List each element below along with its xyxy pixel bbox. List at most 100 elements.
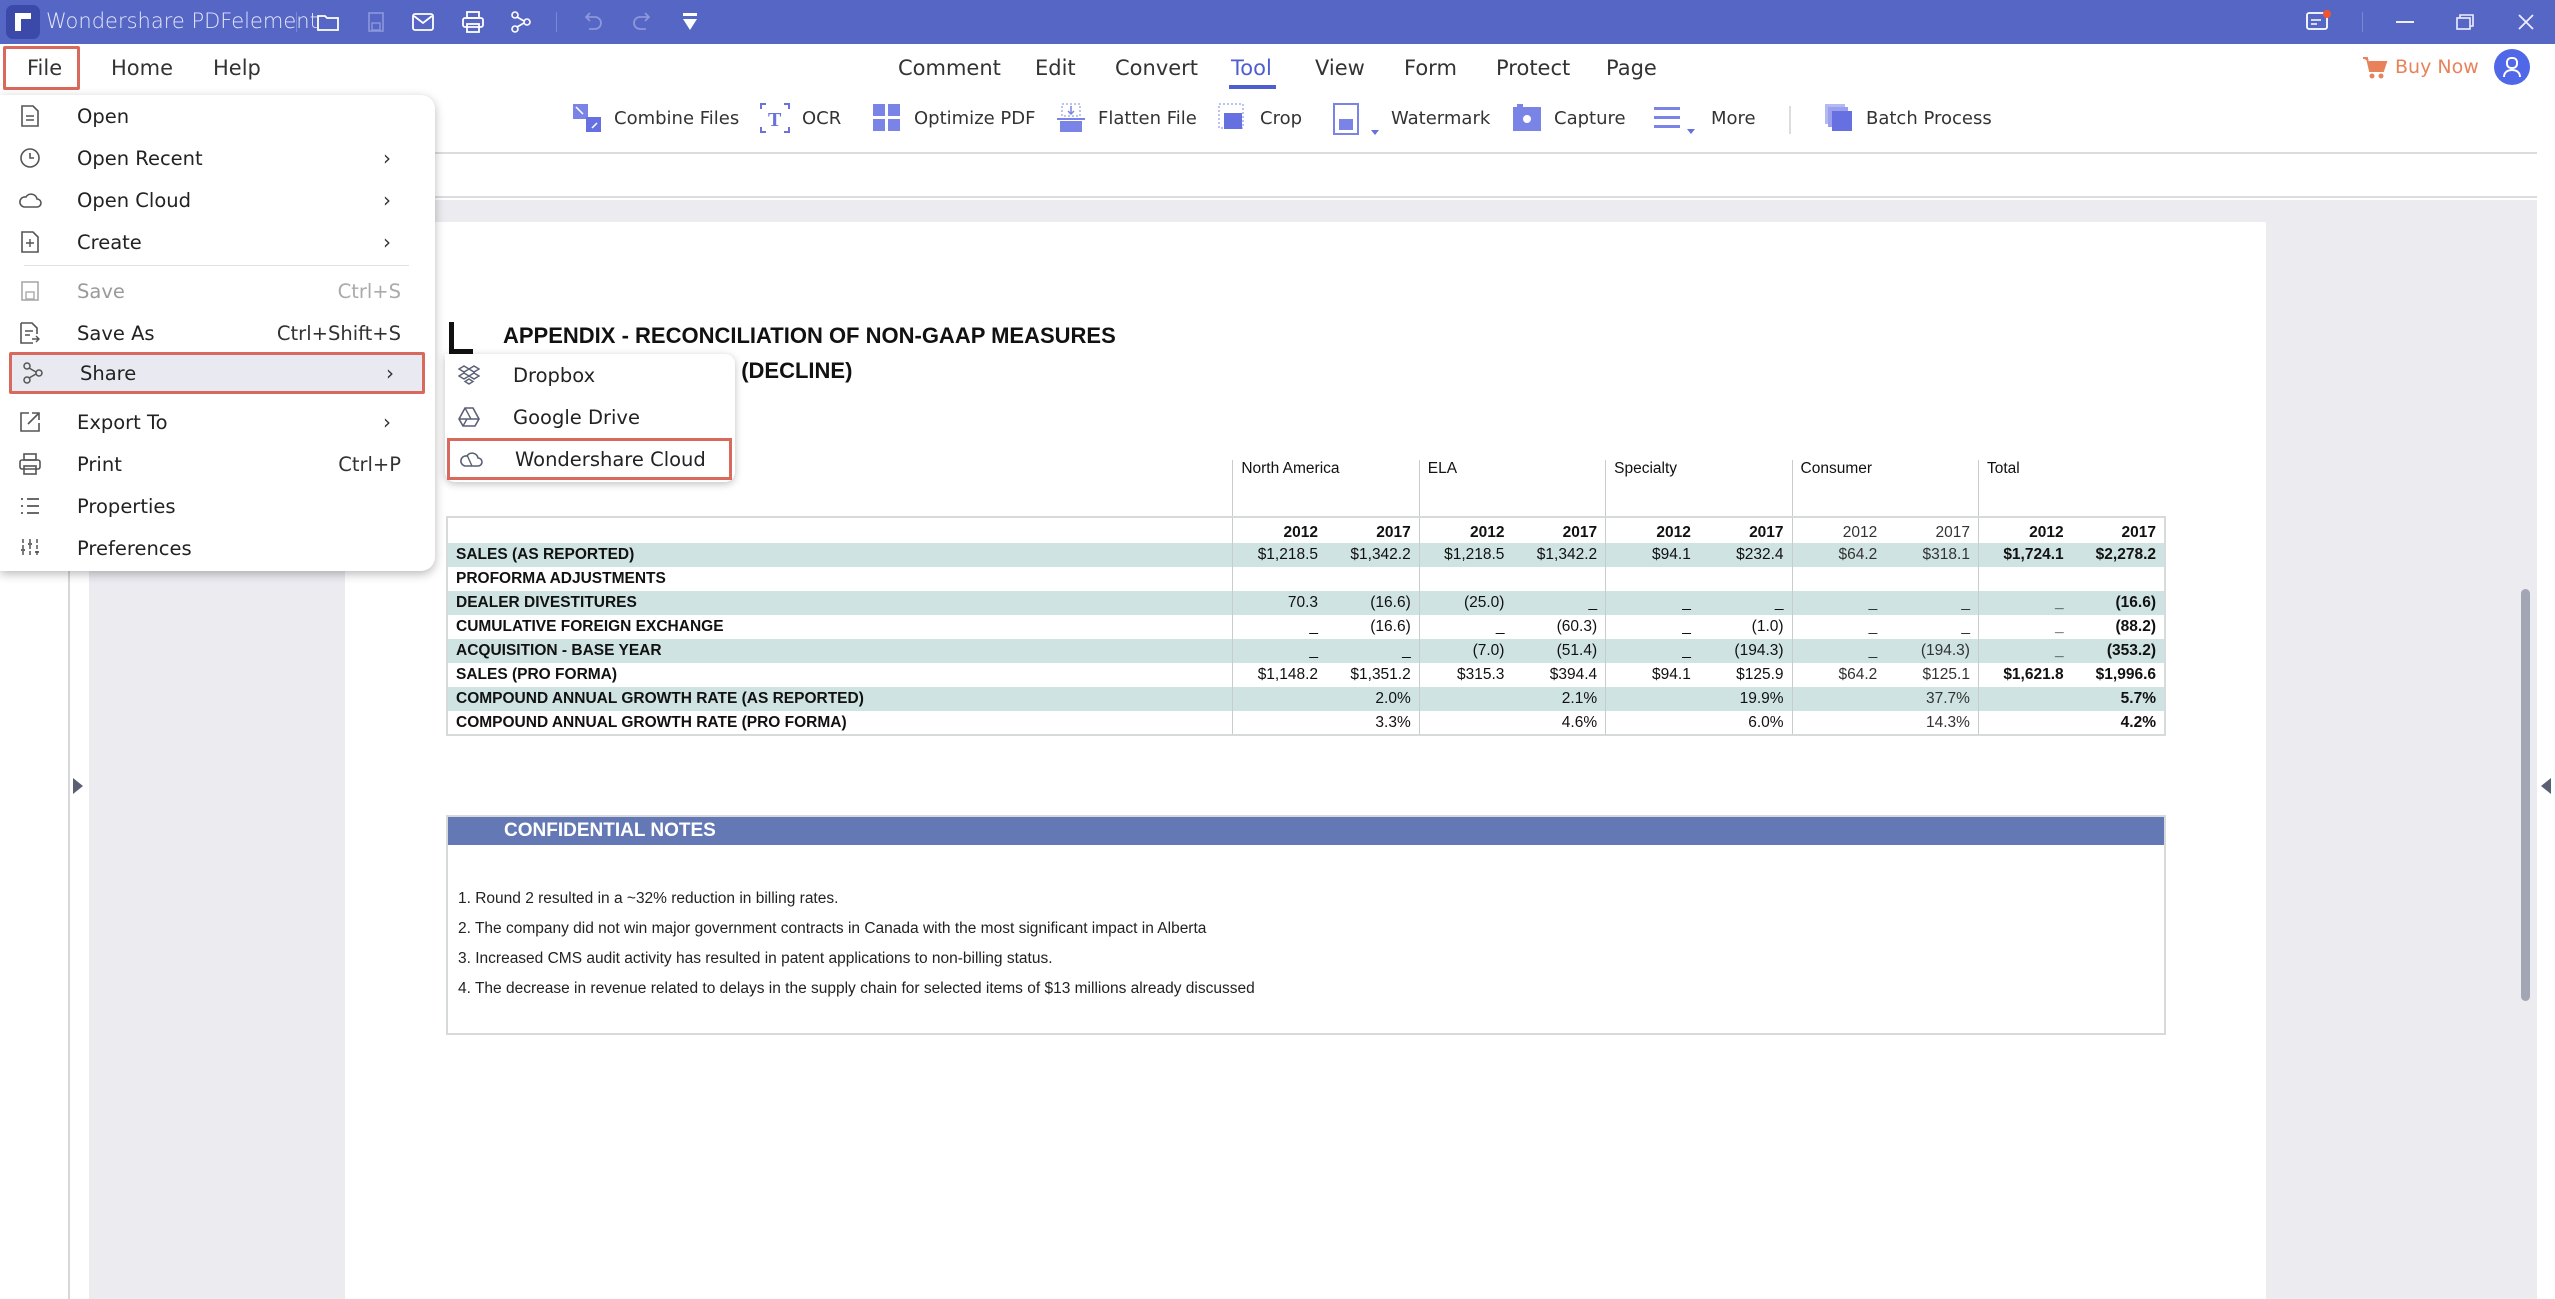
table-cell [1418,711,1513,736]
flatten-file-button[interactable]: Flatten File [1056,100,1197,136]
feedback-icon[interactable] [2302,6,2334,38]
more-button[interactable]: More [1653,100,1756,136]
table-cell [1885,567,1978,591]
customize-toolbar-icon[interactable] [676,8,704,36]
table-cell: _ [1698,591,1793,615]
group-header: Total [1977,460,2165,517]
table-cell: _ [1512,591,1606,615]
table-cell: 19.9% [1698,687,1793,711]
vertical-scrollbar[interactable] [2521,589,2530,1001]
group-header: ELA [1418,460,1606,517]
chevron-right-icon: › [383,146,391,170]
submenu-item-dropbox[interactable]: Dropbox [445,354,735,396]
dropbox-icon [457,363,481,387]
menu-item-save[interactable]: Save Ctrl+S [0,270,435,312]
table-row: DEALER DIVESTITURES 70.3 (16.6) (25.0) _ _ _ _ _… [446,591,2167,615]
maximize-button[interactable] [2445,6,2485,38]
share-icon[interactable] [507,8,535,36]
menu-item-open[interactable]: Open [0,95,435,137]
table-cell [1232,687,1327,711]
tab-page[interactable]: Page [1606,56,1657,80]
optimize-pdf-button[interactable]: Optimize PDF [872,100,1036,136]
app-logo-icon [6,5,40,39]
row-label: DEALER DIVESTITURES [446,591,1233,615]
minimize-button[interactable] [2385,6,2425,38]
year-header-row: 2012 2017 2012 2017 2012 2017 2012 2017 2012 2017 [446,516,2167,543]
mail-icon[interactable] [409,8,437,36]
ocr-button[interactable]: T OCR [760,100,841,136]
expand-left-panel-icon[interactable] [73,778,83,794]
table-cell: _ [1885,591,1979,615]
year-header: 2012 [1418,516,1513,543]
menu-item-shortcut: Ctrl+P [338,452,401,476]
table-cell: (194.3) [1885,639,1979,663]
tab-convert[interactable]: Convert [1115,56,1198,80]
menu-item-export-to[interactable]: Export To › [0,401,435,443]
combine-files-label: Combine Files [614,107,740,129]
close-button[interactable] [2506,6,2546,38]
save-icon[interactable] [362,8,390,36]
menu-item-properties[interactable]: Properties [0,485,435,527]
more-icon [1653,103,1699,134]
tab-edit[interactable]: Edit [1035,56,1076,80]
user-avatar[interactable] [2494,49,2530,85]
row-label: ACQUISITION - BASE YEAR [446,639,1233,663]
combine-icon [572,103,602,133]
menu-item-label: Save As [77,321,155,345]
print-icon[interactable] [459,8,487,36]
combine-files-button[interactable]: Combine Files [572,100,739,136]
menu-item-label: Open Recent [77,146,203,170]
menu-item-save-as[interactable]: Save As Ctrl+Shift+S [0,312,435,354]
tab-tool[interactable]: Tool [1231,56,1272,80]
menu-item-print[interactable]: Print Ctrl+P [0,443,435,485]
year-header: 2017 [2071,516,2167,543]
title-bar: Wondershare PDFelement [0,0,2555,44]
table-cell: $1,724.1 [1977,543,2072,567]
batch-process-button[interactable]: Batch Process [1824,100,1992,136]
table-cell [1977,711,2072,736]
watermark-button[interactable]: Watermark [1333,100,1490,136]
table-cell: $64.2 [1791,543,1886,567]
table-cell: $318.1 [1885,543,1979,567]
row-label: CUMULATIVE FOREIGN EXCHANGE [446,615,1233,639]
table-cell: _ [1977,615,2072,639]
batch-process-label: Batch Process [1866,107,1992,129]
table-cell [1605,567,1699,591]
submenu-item-label: Wondershare Cloud [515,447,706,471]
divider [1789,106,1791,134]
tab-view[interactable]: View [1315,56,1365,80]
crop-button[interactable]: Crop [1218,100,1302,136]
menu-item-create[interactable]: Create › [0,221,435,263]
menu-item-preferences[interactable]: Preferences [0,527,435,569]
year-header: 2012 [1605,516,1699,543]
submenu-item-wondershare-cloud[interactable]: Wondershare Cloud [447,438,732,480]
table-cell: $1,621.8 [1977,663,2072,687]
menu-home[interactable]: Home [111,56,173,80]
table-cell: $125.9 [1736,666,1784,683]
submenu-item-google-drive[interactable]: Google Drive [445,396,735,438]
tab-comment[interactable]: Comment [898,56,1001,80]
menu-item-open-cloud[interactable]: Open Cloud › [0,179,435,221]
menu-help[interactable]: Help [213,56,261,80]
table-row: COMPOUND ANNUAL GROWTH RATE (AS REPORTED… [446,687,2167,711]
menu-item-open-recent[interactable]: Open Recent › [0,137,435,179]
crop-icon [1218,103,1248,133]
table-row: COMPOUND ANNUAL GROWTH RATE (PRO FORMA) 3… [446,711,2167,736]
expand-right-panel-icon[interactable] [2541,778,2551,794]
undo-icon[interactable] [580,8,608,36]
tab-protect[interactable]: Protect [1496,56,1570,80]
tab-form[interactable]: Form [1404,56,1457,80]
open-folder-icon[interactable] [314,8,342,36]
capture-label: Capture [1554,107,1626,129]
table-cell [1977,687,2072,711]
redo-icon[interactable] [627,8,655,36]
buy-now-link[interactable]: Buy Now [2395,56,2479,78]
doc-heading: APPENDIX - RECONCILIATION OF NON-GAAP ME… [503,323,1116,348]
menu-file[interactable]: File [27,56,62,80]
table-cell: $1,351.2 [1350,666,1411,683]
menu-item-label: Preferences [77,536,192,560]
cart-icon[interactable] [2362,56,2388,80]
table-cell: _ [1326,639,1420,663]
menu-item-share[interactable]: Share › [9,352,425,394]
capture-button[interactable]: Capture [1512,100,1626,136]
